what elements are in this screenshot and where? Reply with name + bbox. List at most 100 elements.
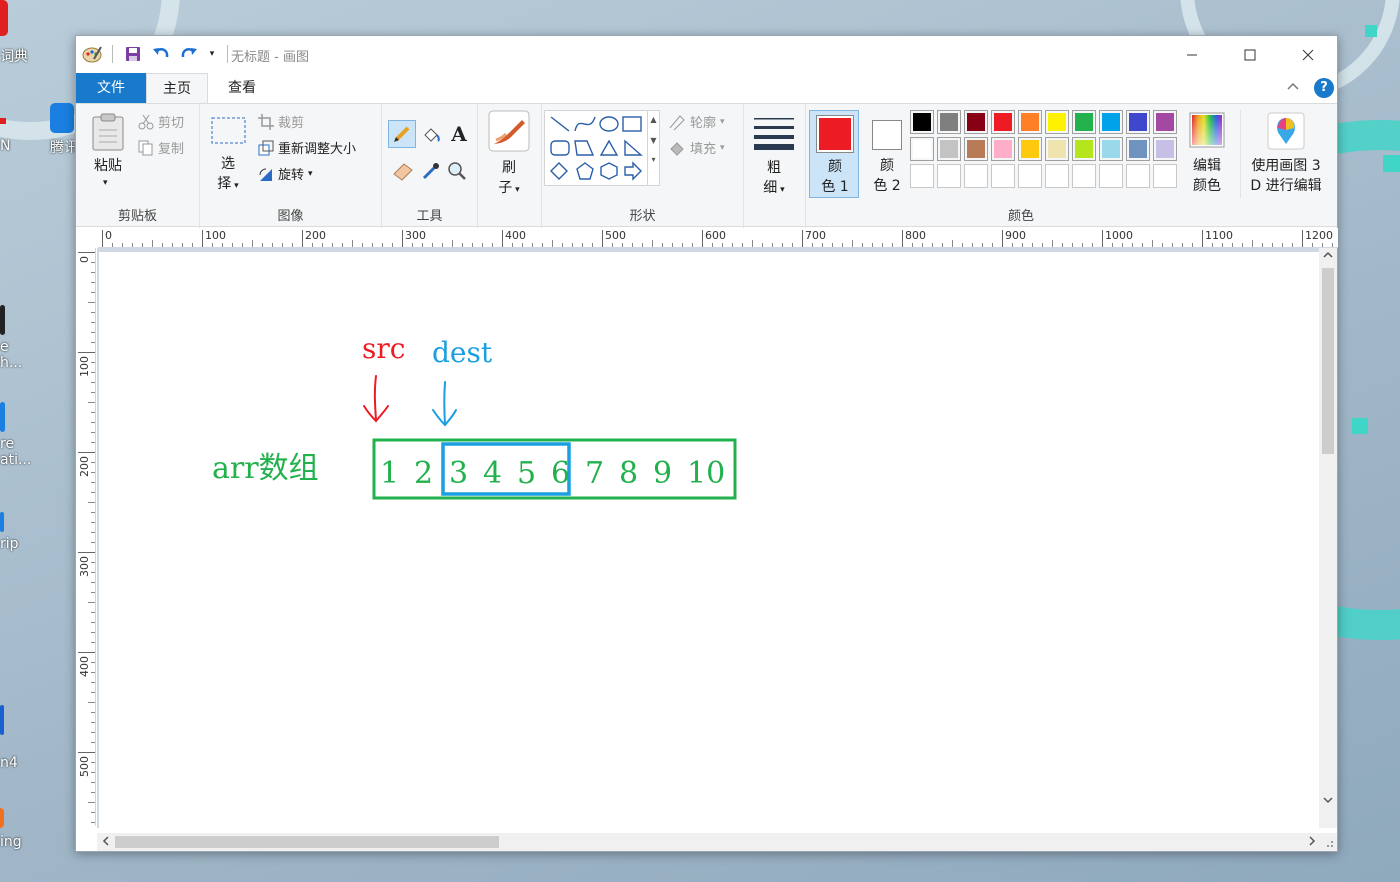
tab-file[interactable]: 文件 xyxy=(76,73,146,103)
ruler-minor-tick xyxy=(642,243,643,247)
vertical-scrollbar[interactable] xyxy=(1319,248,1337,828)
scroll-down-icon[interactable] xyxy=(1323,795,1333,808)
rotate-button[interactable]: 旋转 ▾ xyxy=(258,164,313,183)
palette-color-swatch[interactable] xyxy=(1126,137,1150,161)
palette-color-swatch[interactable] xyxy=(1153,110,1177,134)
palette-color-swatch[interactable] xyxy=(937,110,961,134)
ruler-minor-tick xyxy=(562,243,563,247)
shapes-gallery[interactable] xyxy=(544,110,648,186)
color-picker-button[interactable] xyxy=(420,160,444,186)
palette-color-swatch[interactable] xyxy=(1018,110,1042,134)
palette-color-swatch[interactable] xyxy=(910,110,934,134)
edit-colors-button[interactable]: 编辑 颜色 xyxy=(1186,110,1228,198)
palette-color-swatch[interactable] xyxy=(1045,137,1069,161)
palette-color-swatch[interactable] xyxy=(937,164,961,188)
outline-button[interactable]: 轮廓 ▾ xyxy=(668,112,725,131)
ruler-minor-tick xyxy=(492,243,493,247)
canvas-area[interactable]: src dest arr数组 1 2 3 4 5 6 7 8 9 10 xyxy=(97,248,1321,828)
undo-icon[interactable] xyxy=(151,44,171,64)
desktop-icon-e[interactable]: e h... xyxy=(0,305,60,371)
redo-icon[interactable] xyxy=(179,44,199,64)
palette-color-swatch[interactable] xyxy=(1153,164,1177,188)
palette-color-swatch[interactable] xyxy=(991,137,1015,161)
resize-grip[interactable] xyxy=(1319,833,1337,851)
ruler-number: 1100 xyxy=(1205,229,1233,242)
tab-home[interactable]: 主页 xyxy=(146,73,208,103)
palette-color-swatch[interactable] xyxy=(910,137,934,161)
customize-qat-icon[interactable]: ▾ xyxy=(207,44,217,64)
close-button[interactable] xyxy=(1279,36,1337,73)
collapse-ribbon-icon[interactable] xyxy=(1287,79,1299,95)
crop-button[interactable]: 裁剪 xyxy=(258,112,304,131)
palette-color-swatch[interactable] xyxy=(1153,137,1177,161)
ruler-minor-tick xyxy=(722,243,723,247)
desktop-icon-dictionary[interactable]: 词典 xyxy=(0,0,60,65)
palette-color-swatch[interactable] xyxy=(1126,164,1150,188)
palette-color-swatch[interactable] xyxy=(1045,110,1069,134)
scroll-up-icon[interactable] xyxy=(1323,250,1333,263)
ruler-minor-tick xyxy=(872,243,873,247)
drawing-svg: src dest arr数组 1 2 3 4 5 6 7 8 9 10 xyxy=(212,332,737,500)
palette-color-swatch[interactable] xyxy=(1099,137,1123,161)
ruler-number: 0 xyxy=(78,256,91,263)
palette-color-swatch[interactable] xyxy=(1018,164,1042,188)
select-button[interactable]: 选 择 ▾ xyxy=(208,112,248,194)
brushes-button[interactable]: 刷 子 ▾ xyxy=(486,110,532,196)
color2-button[interactable]: 颜 色 2 xyxy=(862,110,912,198)
paste-button[interactable]: 粘贴 ▾ xyxy=(88,112,128,192)
outline-icon xyxy=(669,114,685,130)
palette-color-swatch[interactable] xyxy=(991,164,1015,188)
desktop-icon-ing[interactable]: ing xyxy=(0,808,60,850)
palette-color-swatch[interactable] xyxy=(1072,110,1096,134)
desktop-icon-n4[interactable]: n4 xyxy=(0,705,60,771)
paint-bucket-icon xyxy=(424,128,440,142)
drawing-canvas[interactable]: src dest arr数组 1 2 3 4 5 6 7 8 9 10 xyxy=(99,252,1321,828)
scroll-left-icon[interactable] xyxy=(101,836,111,849)
chevron-down-icon: ▼ xyxy=(650,136,657,145)
size-button[interactable]: 粗 细 ▾ xyxy=(750,110,798,196)
tab-view[interactable]: 查看 xyxy=(212,73,272,103)
paint3d-button[interactable]: 使用画图 3 D 进行编辑 xyxy=(1240,110,1330,198)
shapes-scroll[interactable]: ▲ ▼ ▾ xyxy=(648,110,660,186)
resize-button[interactable]: 重新调整大小 xyxy=(258,138,356,157)
desktop-icon-re[interactable]: re ati... xyxy=(0,402,60,468)
horizontal-scroll-thumb[interactable] xyxy=(115,836,499,848)
ruler-minor-tick xyxy=(332,243,333,247)
magnifier-button[interactable] xyxy=(446,160,470,186)
fill-button[interactable] xyxy=(418,122,444,148)
text-tool-icon[interactable]: A xyxy=(446,120,472,148)
scroll-right-icon[interactable] xyxy=(1307,836,1317,849)
palette-color-swatch[interactable] xyxy=(1099,110,1123,134)
palette-color-swatch[interactable] xyxy=(937,137,961,161)
palette-color-swatch[interactable] xyxy=(1045,164,1069,188)
minimize-button[interactable] xyxy=(1163,36,1221,73)
ruler-major-tick xyxy=(1302,230,1303,247)
help-icon[interactable]: ? xyxy=(1314,78,1334,98)
palette-color-swatch[interactable] xyxy=(1099,164,1123,188)
fill-shape-button[interactable]: 填充 ▾ xyxy=(668,138,725,157)
palette-color-swatch[interactable] xyxy=(1072,164,1096,188)
palette-color-swatch[interactable] xyxy=(964,164,988,188)
desktop-decor xyxy=(1352,418,1368,434)
palette-color-swatch[interactable] xyxy=(1072,137,1096,161)
palette-color-swatch[interactable] xyxy=(964,137,988,161)
color1-button[interactable]: 颜 色 1 xyxy=(809,110,859,198)
eraser-button[interactable] xyxy=(392,160,416,186)
horizontal-scrollbar[interactable] xyxy=(97,833,1321,851)
palette-color-swatch[interactable] xyxy=(1126,110,1150,134)
cut-button[interactable]: 剪切 xyxy=(138,112,184,131)
paint-app-icon[interactable] xyxy=(82,44,102,64)
ruler-minor-tick xyxy=(88,502,95,503)
save-icon[interactable] xyxy=(123,44,143,64)
pencil-button[interactable] xyxy=(388,120,416,148)
palette-color-swatch[interactable] xyxy=(910,164,934,188)
palette-color-swatch[interactable] xyxy=(964,110,988,134)
maximize-button[interactable] xyxy=(1221,36,1279,73)
copy-button[interactable]: 复制 xyxy=(138,138,184,157)
palette-color-swatch[interactable] xyxy=(1018,137,1042,161)
ruler-minor-tick xyxy=(442,243,443,247)
ruler-minor-tick xyxy=(91,492,95,493)
desktop-icon-rip[interactable]: rip xyxy=(0,512,60,552)
palette-color-swatch[interactable] xyxy=(991,110,1015,134)
vertical-scroll-thumb[interactable] xyxy=(1322,268,1334,454)
